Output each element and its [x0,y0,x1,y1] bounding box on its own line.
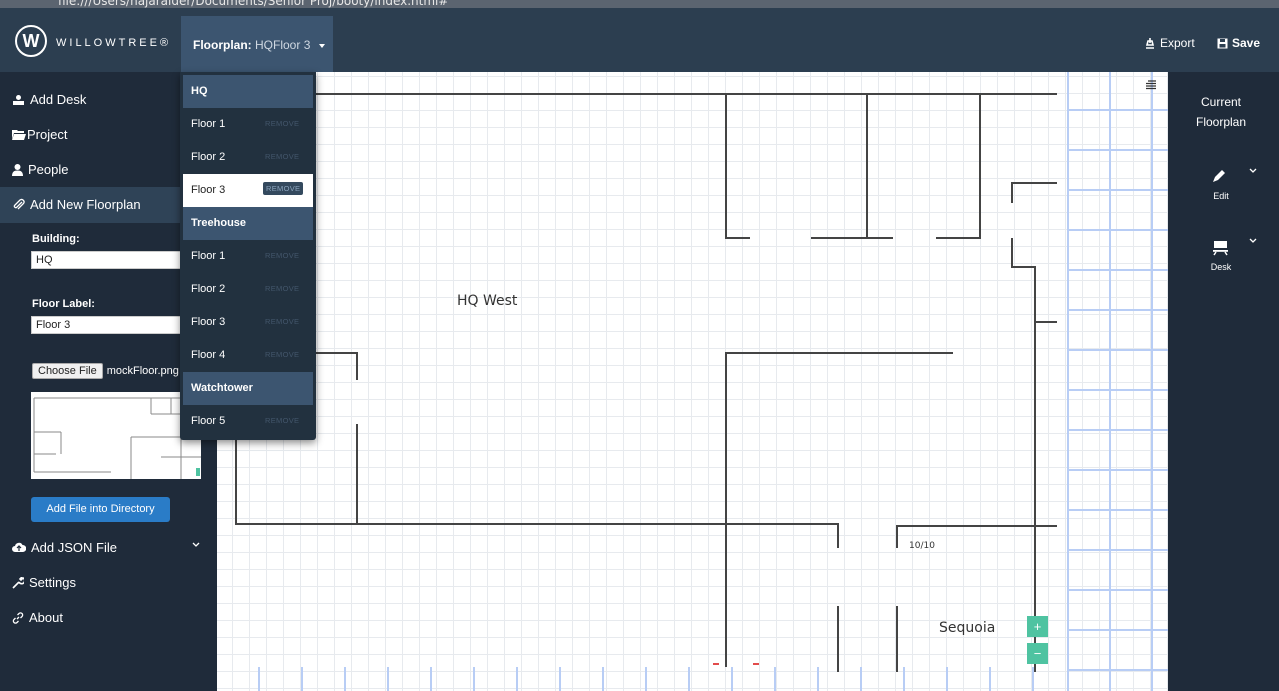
export-icon [1145,38,1155,49]
sidebar-item-add-desk[interactable]: Add Desk [12,92,86,107]
floor-item-treehouse-floor-1[interactable]: Floor 1 REMOVE [183,240,313,273]
cloud-upload-icon [12,542,26,552]
group-header-hq: HQ [183,75,313,108]
sidebar-item-about[interactable]: About [12,610,63,625]
floorplan-dropdown-menu: HQ Floor 1 REMOVE Floor 2 REMOVE Floor 3 RE… [180,72,316,440]
chevron-down-icon[interactable] [1249,168,1257,174]
remove-button[interactable]: REMOVE [263,182,304,195]
floor-item-hq-floor-2[interactable]: Floor 2 REMOVE [183,141,313,174]
save-icon [1217,38,1228,48]
chevron-down-icon[interactable] [1249,238,1257,244]
pencil-icon[interactable] [1211,168,1227,184]
floorplan-label: Floorplan: [193,38,252,52]
desk-count-label: 10/10 [909,541,935,551]
chosen-file-name: mockFloor.png [106,365,179,377]
current-floorplan-title: Current Floorplan [1195,95,1247,129]
floor-item-watchtower-floor-5[interactable]: Floor 5 REMOVE [183,405,313,438]
person-icon [12,163,23,176]
sidebar-item-project[interactable]: Project [12,127,67,142]
group-header-treehouse: Treehouse [183,207,313,240]
sidebar-label-settings: Settings [29,575,76,590]
sidebar-item-people[interactable]: People [12,162,68,177]
right-toolbar: Current Floorplan Edit Desk [1168,72,1279,691]
group-header-watchtower: Watchtower [183,372,313,405]
building-input[interactable] [31,251,181,269]
sidebar-label-add-new-floorplan: Add New Floorplan [30,197,141,212]
paperclip-icon [13,198,25,210]
zoom-out-button[interactable]: − [1027,643,1048,664]
export-label: Export [1160,36,1195,50]
floorplan-canvas[interactable]: HQ West Sequoia 10/10 [217,72,1168,691]
floorplan-walls [235,72,1168,691]
remove-button[interactable]: REMOVE [265,119,299,128]
remove-button[interactable]: REMOVE [265,350,299,359]
room-label-hq-west: HQ West [457,293,518,309]
floorplan-dropdown-toggle[interactable]: Floorplan: HQFloor 3 [181,16,333,79]
floorplan-thumbnail [31,392,201,479]
edit-tool-label[interactable]: Edit [1201,191,1241,201]
top-navbar: W WILLOWTREE® Floorplan: HQFloor 3 Expor… [0,8,1279,79]
sidebar-item-add-new-floorplan[interactable]: Add New Floorplan [12,197,141,212]
desk-tool-label[interactable]: Desk [1201,262,1241,272]
list-menu-icon[interactable] [1146,80,1157,91]
remove-button[interactable]: REMOVE [265,251,299,260]
file-picker: Choose File mockFloor.png [32,362,179,380]
floor-label-input[interactable] [31,316,181,334]
remove-button[interactable]: REMOVE [265,152,299,161]
zoom-in-button[interactable]: + [1027,616,1048,637]
room-label-sequoia: Sequoia [939,620,996,636]
sidebar-label-add-json-file: Add JSON File [31,540,117,555]
floor-label-label: Floor Label: [32,298,95,310]
willowtree-logo-icon: W [15,25,47,57]
chevron-down-icon[interactable] [192,542,200,548]
floor-item-hq-floor-3[interactable]: Floor 3 REMOVE [183,174,313,207]
folder-open-icon [12,130,26,140]
floor-item-hq-floor-1[interactable]: Floor 1 REMOVE [183,108,313,141]
remove-button[interactable]: REMOVE [265,416,299,425]
building-label: Building: [32,233,80,245]
floor-item-treehouse-floor-4[interactable]: Floor 4 REMOVE [183,339,313,372]
floorplan-value: HQFloor 3 [255,38,311,52]
sidebar-item-settings[interactable]: Settings [12,575,76,590]
browser-address-bar: file:///Users/hajaraider/Documents/Senio… [0,0,1279,8]
remove-button[interactable]: REMOVE [265,284,299,293]
choose-file-button[interactable]: Choose File [32,363,103,379]
desk-user-icon [13,94,24,105]
save-label: Save [1232,36,1261,50]
wrench-icon [12,576,24,589]
browser-url[interactable]: file:///Users/hajaraider/Documents/Senio… [58,0,448,8]
sidebar-item-add-json-file[interactable]: Add JSON File [12,540,117,555]
remove-button[interactable]: REMOVE [265,317,299,326]
sidebar-label-people: People [28,162,69,177]
brand-name: WILLOWTREE® [56,37,172,49]
floor-item-treehouse-floor-3[interactable]: Floor 3 REMOVE [183,306,313,339]
caret-down-icon [318,43,325,48]
sidebar-label-add-desk: Add Desk [30,92,87,107]
save-button[interactable]: Save [1217,36,1260,50]
export-button[interactable]: Export [1144,36,1195,50]
add-file-into-directory-button[interactable]: Add File into Directory [31,497,170,522]
desk-icon[interactable] [1213,240,1228,256]
link-icon [12,611,24,624]
sidebar-label-project: Project [27,127,68,142]
sidebar-label-about: About [29,610,63,625]
floor-item-treehouse-floor-2[interactable]: Floor 2 REMOVE [183,273,313,306]
